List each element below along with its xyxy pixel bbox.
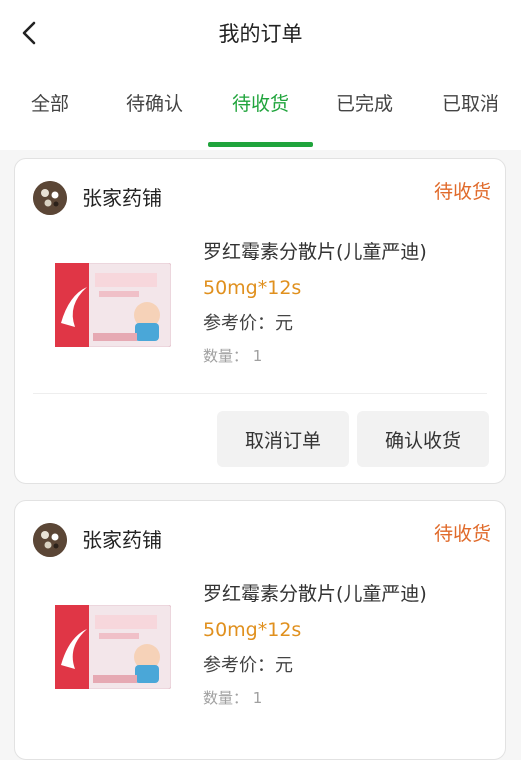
product-name: 罗红霉素分散片(儿童严迪): [203, 583, 427, 605]
order-tabs: 全部 待确认 待收货 已完成 已取消: [0, 86, 521, 126]
shop-name: 张家药铺: [82, 528, 162, 552]
page-title: 我的订单: [218, 22, 303, 46]
active-tab-indicator: [208, 142, 313, 147]
confirm-receipt-button[interactable]: 确认收货: [357, 411, 489, 467]
shop-avatar: [33, 181, 67, 215]
tab-completed[interactable]: 已完成: [336, 86, 393, 122]
reference-price: 参考价：元: [203, 313, 293, 334]
pills-icon: [33, 181, 67, 215]
product-image[interactable]: [54, 604, 172, 690]
product-spec: 50mg*12s: [203, 277, 302, 299]
order-card[interactable]: 张家药铺 待收货 罗红霉素分散片(儿童严迪) 50mg*12s 参考价：元 数量…: [14, 500, 506, 760]
product-image[interactable]: [54, 262, 172, 348]
order-card[interactable]: 张家药铺 待收货 罗红霉素分散片(儿童严迪) 50mg*12s 参考价：元 数量…: [14, 158, 506, 484]
product-name: 罗红霉素分散片(儿童严迪): [203, 241, 427, 263]
order-status: 待收货: [433, 181, 491, 203]
pills-icon: [33, 523, 67, 557]
tab-all[interactable]: 全部: [31, 86, 69, 122]
reference-price: 参考价：元: [203, 655, 293, 676]
shop-avatar: [33, 523, 67, 557]
tab-cancelled[interactable]: 已取消: [442, 86, 499, 122]
cancel-order-button[interactable]: 取消订单: [217, 411, 349, 467]
tab-pending-receipt[interactable]: 待收货: [232, 86, 289, 122]
quantity: 数量： 1: [203, 689, 263, 707]
product-spec: 50mg*12s: [203, 619, 302, 641]
shop-name: 张家药铺: [82, 186, 162, 210]
tab-pending-confirm[interactable]: 待确认: [126, 86, 183, 122]
top-bar: 我的订单 全部 待确认 待收货 已完成 已取消: [0, 0, 521, 150]
divider: [33, 393, 487, 394]
quantity: 数量： 1: [203, 347, 263, 365]
order-status: 待收货: [433, 523, 491, 545]
